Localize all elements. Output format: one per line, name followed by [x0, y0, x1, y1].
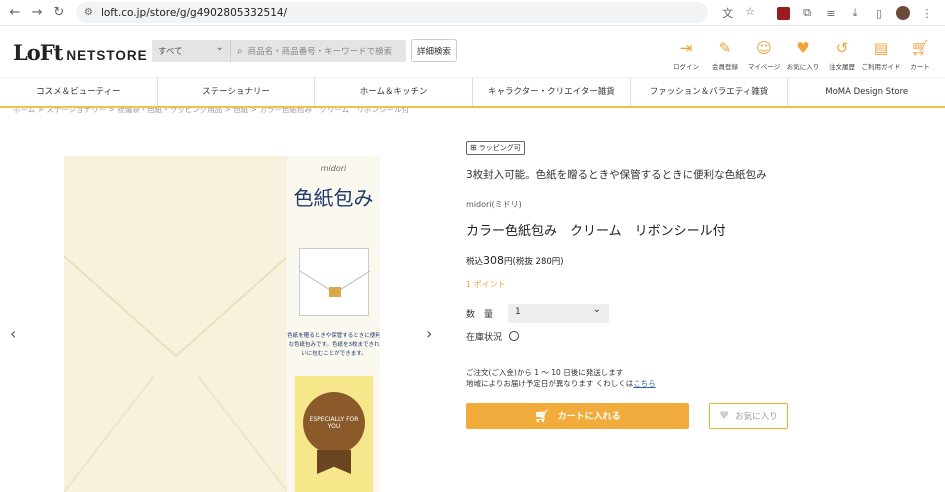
category-nav-item[interactable]: キャラクター・クリエイター雑貨 [473, 78, 631, 106]
shipping-info: ご注文(ご入金)から 1 ～ 10 日後に発送します 地域によりお届け予定日が異… [466, 367, 656, 388]
history-icon: ↺ [835, 39, 849, 57]
product-points: 1 ポイント [466, 279, 506, 289]
back-icon[interactable]: ← [4, 2, 26, 24]
heart-icon: ♥ [796, 39, 810, 57]
stock-label: 在庫状況 [466, 332, 503, 343]
category-nav-item[interactable]: MoMA Design Store [788, 78, 945, 106]
translate-icon[interactable]: 文 [722, 5, 733, 21]
url-text: loft.co.jp/store/g/g4902805332514/ [100, 6, 288, 19]
menu-icon[interactable]: ⋮ [917, 3, 937, 23]
package-title: 色紙包み [293, 186, 374, 210]
header-tool-cart[interactable]: 🛒︎ カート [905, 39, 935, 71]
address-bar[interactable]: ⚙ loft.co.jp/store/g/g4902805332514/ [76, 2, 708, 23]
header-tool-login[interactable]: ⇥ ログイン [671, 39, 701, 71]
download-icon[interactable]: ⤓ [845, 3, 865, 23]
especially-for-you-badge: ESPECIALLY FOR YOU [303, 392, 365, 454]
heart-icon: ♥ [719, 409, 730, 422]
category-nav-item[interactable]: コスメ＆ビューティー [0, 78, 158, 106]
header-tool-guide[interactable]: ▤ ご利用ガイド [862, 39, 901, 71]
gallery-prev-icon[interactable]: ‹ [10, 324, 16, 343]
forward-icon[interactable]: → [26, 2, 48, 24]
reading-list-icon[interactable]: ≡ [821, 3, 841, 23]
in-stock-circle-icon [509, 331, 519, 341]
guide-icon: ▤ [873, 39, 889, 57]
breadcrumb: ホーム > ステーショナリー > 祝儀袋・色紙・ラッピング用品 > 色紙 > カ… [13, 108, 410, 114]
product-price: 税込308円(税抜 280円) [466, 253, 564, 267]
adobe-extension-icon[interactable] [773, 3, 793, 23]
bookmark-star-icon[interactable]: ☆ [745, 5, 755, 21]
header-tool-mypage[interactable]: ☺ マイページ [748, 39, 780, 71]
profile-avatar[interactable] [893, 3, 913, 23]
wrapping-badge: ⊞ ラッピング可 [466, 140, 525, 155]
header-tool-history[interactable]: ↺ 注文履歴 [827, 39, 857, 71]
product-info: ⊞ ラッピング可 3枚封入可能。色紙を贈るときや保管するときに便利な色紙包み m… [466, 135, 796, 429]
search-input[interactable]: ⌕ 商品名・商品番号・キーワードで検索 [230, 40, 406, 62]
header-tool-heart[interactable]: ♥ お気に入り [787, 39, 820, 71]
site-header: LoFt NETSTORE すべて ⌕ 商品名・商品番号・キーワードで検索 詳細… [0, 26, 945, 78]
header-tools: ⇥ ログイン ✎ 会員登録 ☺ マイページ ♥ お気に入り ↺ 注文履歴 ▤ ご利用ガイド 🛒︎ カート [671, 39, 935, 71]
reload-icon[interactable]: ↻ [48, 2, 70, 24]
site-info-icon[interactable]: ⚙ [84, 7, 93, 18]
quantity-label: 数 量 [466, 309, 494, 320]
login-icon: ⇥ [679, 39, 693, 57]
advanced-search-button[interactable]: 詳細検索 [411, 39, 457, 62]
shipping-details-link[interactable]: こちら [633, 379, 656, 388]
product-image: midori 色紙包み 色紙を贈るときや保管するときに便利な色紙包みです。色紙を… [64, 156, 380, 492]
add-to-cart-button[interactable]: 🛒︎ カートに入れる [466, 402, 689, 429]
gallery-next-icon[interactable]: › [426, 324, 432, 343]
product-name: カラー色紙包み クリーム リボンシール付 [466, 223, 726, 239]
envelope-illustration [64, 156, 289, 492]
package-label: midori 色紙包み 色紙を贈るときや保管するときに便利な色紙包みです。色紙を… [286, 156, 380, 492]
add-favorite-button[interactable]: ♥ お気に入り [709, 402, 788, 429]
quantity-select[interactable]: 1 [508, 303, 609, 323]
register-icon: ✎ [718, 39, 732, 57]
mini-envelope [299, 248, 371, 316]
category-nav-item[interactable]: ステーショナリー [158, 78, 316, 106]
quantity-row: 数 量 1 [466, 303, 796, 323]
product-catchcopy: 3枚封入可能。色紙を贈るときや保管するときに便利な色紙包み [466, 168, 767, 181]
site-logo[interactable]: LoFt NETSTORE [13, 40, 148, 65]
search-bar: すべて ⌕ 商品名・商品番号・キーワードで検索 [152, 40, 406, 62]
product-gallery: ‹ › midori 色紙包み 色紙を贈るときや保管するときに便利な色紙包みです… [0, 152, 445, 492]
category-nav-item[interactable]: ホーム＆キッチン [315, 78, 474, 106]
browser-toolbar: ← → ↻ ⚙ loft.co.jp/store/g/g490280533251… [0, 0, 945, 26]
gift-icon: ⊞ [470, 143, 477, 152]
cart-icon: 🛒︎ [534, 408, 550, 423]
header-tool-register[interactable]: ✎ 会員登録 [710, 39, 740, 71]
sidepanel-icon[interactable]: ▯ [869, 3, 889, 23]
stock-row: 在庫状況 [466, 330, 796, 343]
search-icon: ⌕ [237, 45, 243, 57]
cart-icon: 🛒︎ [910, 39, 930, 57]
category-nav-item[interactable]: ファッション＆バラエティ雑貨 [631, 78, 789, 106]
extensions-icon[interactable]: ⧉ [797, 3, 817, 23]
product-maker[interactable]: midori(ミドリ) [466, 199, 796, 210]
category-nav: コスメ＆ビューティー ステーショナリー ホーム＆キッチン キャラクター・クリエイター雑… [0, 78, 945, 108]
search-scope-select[interactable]: すべて [152, 40, 230, 62]
mypage-icon: ☺ [756, 39, 772, 57]
